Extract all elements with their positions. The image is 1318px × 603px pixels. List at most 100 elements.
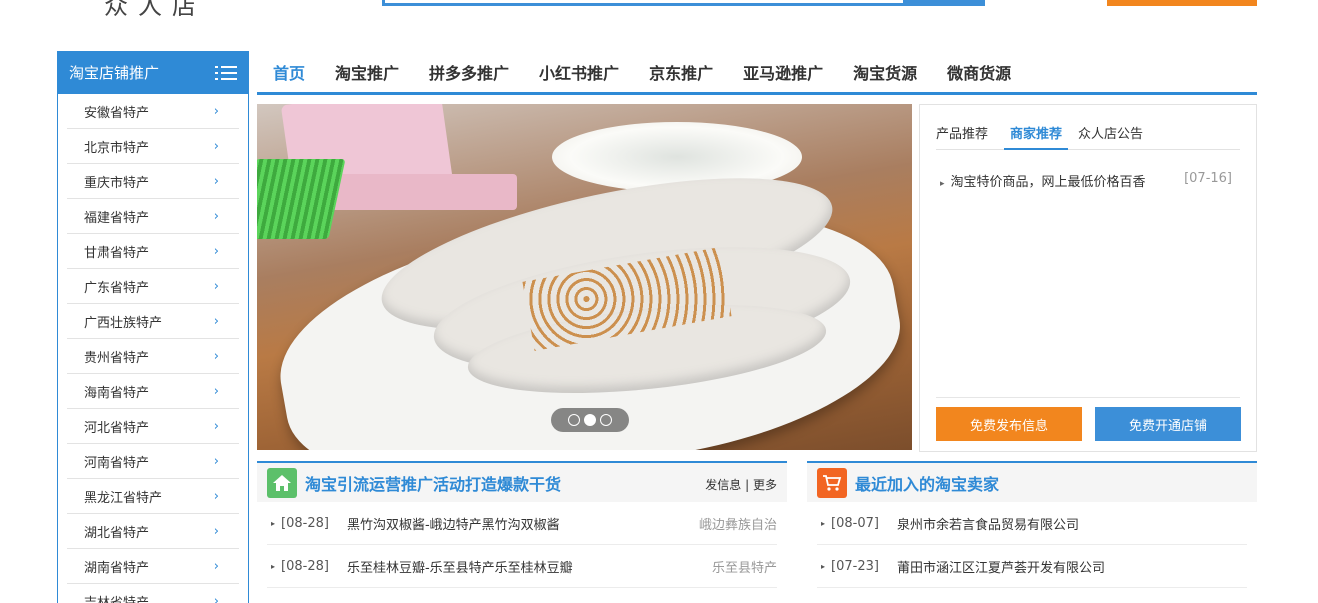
banner-image-decor — [257, 159, 346, 239]
notice-item-title: 淘宝特价商品，网上最低价格百香 — [950, 175, 1146, 190]
chevron-right-icon: › — [213, 138, 219, 154]
header-action-button[interactable] — [1107, 0, 1257, 6]
item-date: [08-07] — [831, 515, 879, 531]
sidebar-item-beijing[interactable]: 北京市特产 › — [67, 129, 239, 164]
new-sellers-panel: 最近加入的淘宝卖家 ▸ [08-07] 泉州市余若言食品贸易有限公司 ▸ [07… — [807, 461, 1257, 603]
notice-list-item[interactable]: ▸ 淘宝特价商品，网上最低价格百香 [07-16] — [940, 171, 1232, 193]
notice-item-date: [07-16] — [1184, 171, 1232, 186]
article-list: ▸ [08-28] 黑竹沟双椒酱-峨边特产黑竹沟双椒酱 峨边彝族自治 ▸ [08… — [257, 502, 787, 588]
sidebar-item-label: 广东省特产 — [84, 280, 150, 296]
sidebar-item-label: 湖北省特产 — [84, 525, 150, 541]
sidebar-item-label: 海南省特产 — [84, 385, 150, 401]
list-item[interactable]: ▸ [08-28] 黑竹沟双椒酱-峨边特产黑竹沟双椒酱 峨边彝族自治 — [267, 502, 777, 545]
notice-panel: 产品推荐 商家推荐 众人店公告 ▸ 淘宝特价商品，网上最低价格百香 [07-16]… — [919, 104, 1257, 452]
item-title: 莆田市涵江区江夏芦荟开发有限公司 — [896, 560, 1105, 576]
sidebar-item-gansu[interactable]: 甘肃省特产 › — [67, 234, 239, 269]
sidebar-item-label: 北京市特产 — [84, 140, 150, 156]
post-info-link[interactable]: 发信息 — [705, 478, 741, 492]
nav-taobao-supply[interactable]: 淘宝货源 — [853, 60, 917, 84]
bullet-icon: ▸ — [821, 518, 826, 528]
sidebar-header: 淘宝店铺推广 — [58, 51, 248, 94]
item-date: [07-23] — [831, 558, 879, 574]
item-title: 泉州市余若言食品贸易有限公司 — [896, 517, 1079, 533]
tab-merchant-recommend[interactable]: 商家推荐 — [1004, 117, 1069, 150]
sidebar-title: 淘宝店铺推广 — [69, 64, 160, 82]
nav-amazon-promo[interactable]: 亚马逊推广 — [743, 60, 823, 84]
sidebar-item-chongqing[interactable]: 重庆市特产 › — [67, 164, 239, 199]
sidebar-item-heilongjiang[interactable]: 黑龙江省特产 › — [67, 479, 239, 514]
nav-pinduoduo-promo[interactable]: 拼多多推广 — [429, 60, 509, 84]
sidebar-item-label: 河南省特产 — [84, 455, 150, 471]
chevron-right-icon: › — [213, 383, 219, 399]
chevron-right-icon: › — [213, 558, 219, 574]
list-item[interactable]: ▸ [08-07] 泉州市余若言食品贸易有限公司 — [817, 502, 1247, 545]
search-button[interactable] — [906, 0, 985, 6]
chevron-right-icon: › — [213, 488, 219, 504]
panel-title: 淘宝引流运营推广活动打造爆款干货 — [305, 474, 562, 494]
banner-slider[interactable] — [257, 104, 912, 450]
item-tag: 峨边彝族自治 — [698, 517, 777, 533]
nav-taobao-promo[interactable]: 淘宝推广 — [335, 60, 399, 84]
divider — [936, 397, 1240, 398]
chevron-right-icon: › — [213, 523, 219, 539]
site-logo[interactable]: 众人店 — [104, 0, 206, 21]
chevron-right-icon: › — [213, 418, 219, 434]
tab-announcements[interactable]: 众人店公告 — [1078, 117, 1143, 150]
sidebar-item-anhui[interactable]: 安徽省特产 › — [67, 94, 239, 129]
item-title: 乐至桂林豆瓣-乐至县特产乐至桂林豆瓣 — [346, 560, 573, 576]
item-date: [08-28] — [281, 558, 329, 574]
panel-header: 最近加入的淘宝卖家 — [807, 461, 1257, 502]
nav-home[interactable]: 首页 — [273, 60, 305, 84]
nav-jd-promo[interactable]: 京东推广 — [649, 60, 713, 84]
item-date: [08-28] — [281, 515, 329, 531]
nav-wechat-supply[interactable]: 微商货源 — [947, 60, 1011, 84]
panel-links: 发信息 | 更多 — [705, 476, 777, 493]
sidebar-item-label: 河北省特产 — [84, 420, 150, 436]
sidebar-item-label: 湖南省特产 — [84, 560, 150, 576]
chevron-right-icon: › — [213, 593, 219, 603]
tab-product-recommend[interactable]: 产品推荐 — [936, 117, 988, 150]
nav-xiaohongshu-promo[interactable]: 小红书推广 — [539, 60, 619, 84]
sidebar-item-hainan[interactable]: 海南省特产 › — [67, 374, 239, 409]
sidebar-item-label: 吉林省特产 — [84, 595, 150, 603]
seller-list: ▸ [08-07] 泉州市余若言食品贸易有限公司 ▸ [07-23] 莆田市涵江… — [807, 502, 1257, 588]
chevron-right-icon: › — [213, 208, 219, 224]
sidebar-item-label: 重庆市特产 — [84, 175, 150, 191]
shopping-cart-icon — [817, 467, 847, 498]
more-link[interactable]: 更多 — [753, 478, 777, 492]
slider-dot-1[interactable] — [568, 414, 580, 426]
sidebar-item-guangxi[interactable]: 广西壮族特产 › — [67, 304, 239, 339]
list-item[interactable]: ▸ [07-23] 莆田市涵江区江夏芦荟开发有限公司 — [817, 545, 1247, 588]
slider-dot-2[interactable] — [584, 414, 596, 426]
chevron-right-icon: › — [213, 278, 219, 294]
sidebar-item-label: 安徽省特产 — [84, 105, 150, 121]
sidebar-item-guangdong[interactable]: 广东省特产 › — [67, 269, 239, 304]
bullet-icon: ▸ — [271, 518, 276, 528]
sidebar-item-hubei[interactable]: 湖北省特产 › — [67, 514, 239, 549]
sidebar-item-henan[interactable]: 河南省特产 › — [67, 444, 239, 479]
bullet-icon: ▸ — [940, 179, 945, 189]
chevron-right-icon: › — [213, 313, 219, 329]
sidebar-item-jilin[interactable]: 吉林省特产 › — [67, 584, 239, 603]
list-item[interactable]: ▸ [08-28] 乐至桂林豆瓣-乐至县特产乐至桂林豆瓣 乐至县特产 — [267, 545, 777, 588]
chevron-right-icon: › — [213, 173, 219, 189]
item-tag: 乐至县特产 — [711, 560, 777, 576]
sidebar-item-fujian[interactable]: 福建省特产 › — [67, 199, 239, 234]
sidebar-item-guizhou[interactable]: 贵州省特产 › — [67, 339, 239, 374]
sidebar-item-hunan[interactable]: 湖南省特产 › — [67, 549, 239, 584]
sidebar-item-label: 广西壮族特产 — [84, 315, 163, 331]
home-icon — [267, 467, 297, 498]
sidebar-item-hebei[interactable]: 河北省特产 › — [67, 409, 239, 444]
sidebar-list: 安徽省特产 › 北京市特产 › 重庆市特产 › 福建省特产 › 甘肃省特产 › 广东省特产… — [58, 94, 248, 603]
list-menu-icon[interactable] — [215, 65, 237, 81]
slider-dot-3[interactable] — [600, 414, 612, 426]
main-nav: 首页 淘宝推广 拼多多推广 小红书推广 京东推广 亚马逊推广 淘宝货源 微商货源 — [257, 51, 1257, 95]
category-sidebar: 淘宝店铺推广 安徽省特产 › 北京市特产 › 重庆市特产 › 福建省特产 › 甘肃省特产… — [57, 51, 249, 603]
open-shop-button[interactable]: 免费开通店铺 — [1095, 407, 1241, 441]
notice-tabs: 产品推荐 商家推荐 众人店公告 — [936, 117, 1240, 150]
search-input[interactable] — [382, 0, 906, 6]
slider-pagination — [551, 408, 629, 432]
publish-info-button[interactable]: 免费发布信息 — [936, 407, 1082, 441]
bullet-icon: ▸ — [271, 561, 276, 571]
sidebar-item-label: 贵州省特产 — [84, 350, 150, 366]
